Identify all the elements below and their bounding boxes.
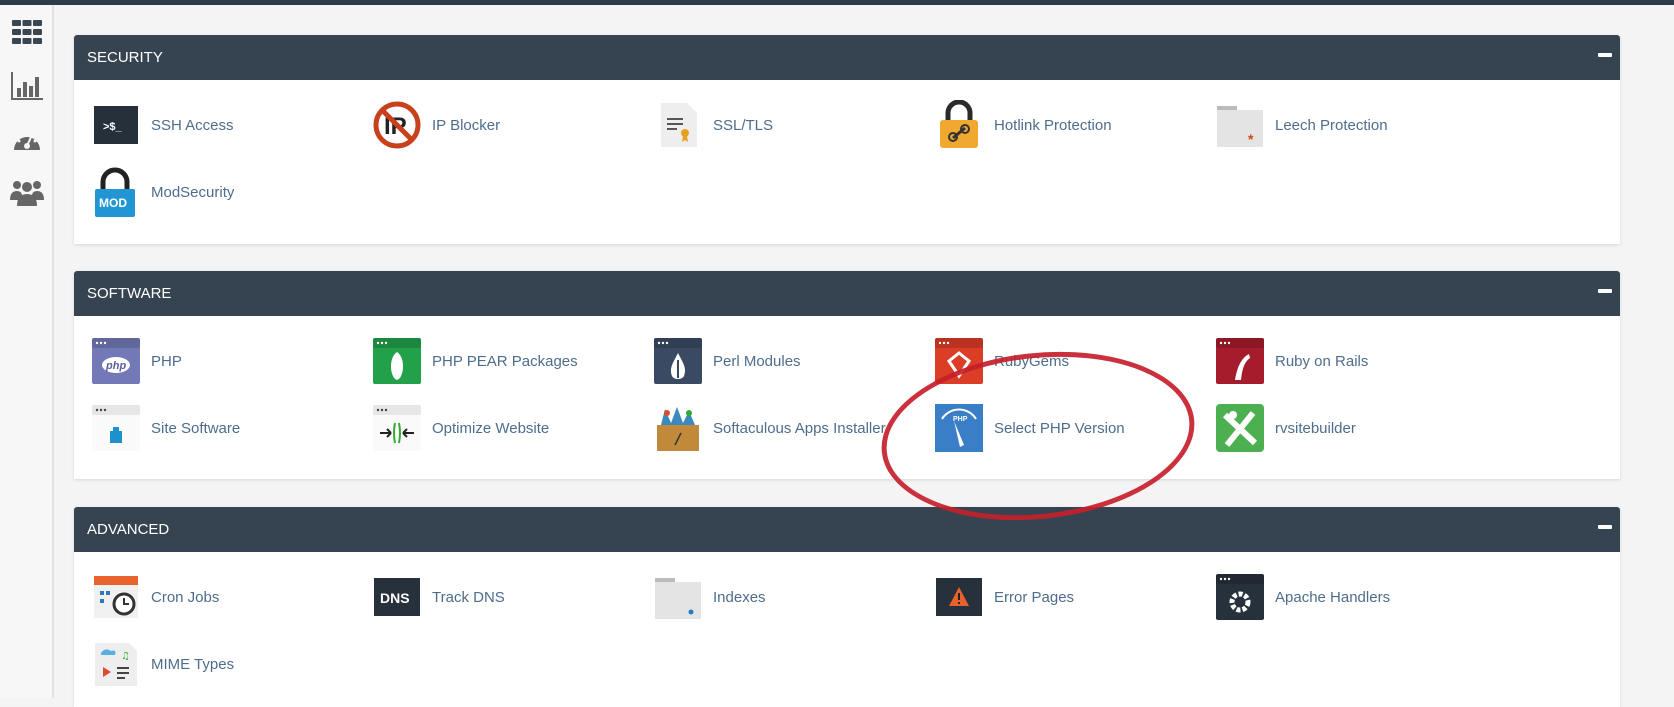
- tool-label: PHP: [151, 352, 182, 370]
- tool-label: Site Software: [151, 419, 241, 437]
- collapse-minus-icon[interactable]: [1598, 53, 1612, 57]
- tool-link-php-pear-packages[interactable]: PHP PEAR Packages: [372, 336, 653, 386]
- section-software: SOFTWARE php PHP PHP PEAR Packages Perl Modu…: [74, 271, 1620, 479]
- bar-chart-icon[interactable]: [10, 69, 44, 103]
- tool-label: Hotlink Protection: [994, 116, 1112, 134]
- tool-link-indexes[interactable]: Indexes: [653, 572, 934, 622]
- tool-label: Optimize Website: [432, 419, 550, 437]
- tool-link-php[interactable]: php PHP: [91, 336, 372, 386]
- tool-link-rubygems[interactable]: RubyGems: [934, 336, 1215, 386]
- mime-types-icon: ♫: [91, 639, 141, 689]
- leech-folder-icon: *: [1215, 100, 1265, 150]
- tool-label: rvsitebuilder: [1275, 419, 1356, 437]
- svg-text:php: php: [105, 360, 126, 372]
- ssh-terminal-icon: >$_: [91, 100, 141, 150]
- tool-link-ssh-access[interactable]: >$_ SSH Access: [91, 100, 372, 150]
- hotlink-lock-icon: [934, 100, 984, 150]
- tool-link-cron-jobs[interactable]: Cron Jobs: [91, 572, 372, 622]
- site-software-icon: [91, 403, 141, 453]
- section-header[interactable]: SOFTWARE: [74, 271, 1620, 316]
- select-php-version-icon: PHP: [934, 403, 984, 453]
- tool-link-perl-modules[interactable]: Perl Modules: [653, 336, 934, 386]
- ip-blocker-icon: IP: [372, 100, 422, 150]
- indexes-folder-icon: [653, 572, 703, 622]
- dashboard-gauge-icon[interactable]: [10, 123, 44, 157]
- svg-text:>$_: >$_: [103, 121, 123, 133]
- tool-label: Select PHP Version: [994, 419, 1125, 437]
- section-security: SECURITY >$_ SSH Access IP IP Blocker SSL/TLS…: [74, 35, 1620, 244]
- tool-link-ip-blocker[interactable]: IP IP Blocker: [372, 100, 653, 150]
- tool-label: Ruby on Rails: [1275, 352, 1369, 370]
- tool-link-error-pages[interactable]: Error Pages: [934, 572, 1215, 622]
- tool-link-ruby-on-rails[interactable]: Ruby on Rails: [1215, 336, 1496, 386]
- collapse-minus-icon[interactable]: [1598, 289, 1612, 293]
- section-header[interactable]: SECURITY: [74, 35, 1620, 80]
- ssl-certificate-icon: [653, 100, 703, 150]
- tool-label: SSL/TLS: [713, 116, 774, 134]
- section-title: SOFTWARE: [87, 285, 172, 302]
- section-advanced: ADVANCED Cron Jobs DNS Track DNS Indexes Erro…: [74, 507, 1620, 707]
- tool-link-apache-handlers[interactable]: Apache Handlers: [1215, 572, 1496, 622]
- ruby-on-rails-icon: [1215, 336, 1265, 386]
- section-body: php PHP PHP PEAR Packages Perl Modules RubyG…: [74, 316, 1620, 479]
- pear-icon: [372, 336, 422, 386]
- section-header[interactable]: ADVANCED: [74, 507, 1620, 552]
- section-title: ADVANCED: [87, 521, 170, 538]
- grid-icon[interactable]: [10, 15, 44, 49]
- tool-link-rvsitebuilder[interactable]: rvsitebuilder: [1215, 403, 1496, 453]
- apache-gear-icon: [1215, 572, 1265, 622]
- tool-label: RubyGems: [994, 352, 1070, 370]
- tool-label: Perl Modules: [713, 352, 801, 370]
- rubygems-icon: [934, 336, 984, 386]
- svg-text:♫: ♫: [121, 651, 130, 662]
- softaculous-icon: [653, 403, 703, 453]
- php-icon: php: [91, 336, 141, 386]
- tool-link-modsecurity[interactable]: MOD ModSecurity: [91, 167, 372, 217]
- tool-label: IP Blocker: [432, 116, 501, 134]
- tool-label: Indexes: [713, 588, 766, 606]
- tool-label: MIME Types: [151, 655, 235, 673]
- tool-link-site-software[interactable]: Site Software: [91, 403, 372, 453]
- tool-link-mime-types[interactable]: ♫ MIME Types: [91, 639, 372, 689]
- cron-clock-icon: [91, 572, 141, 622]
- tool-label: ModSecurity: [151, 183, 235, 201]
- tool-label: Error Pages: [994, 588, 1075, 606]
- collapse-minus-icon[interactable]: [1598, 525, 1612, 529]
- tool-label: SSH Access: [151, 116, 234, 134]
- tool-link-softaculous-apps-installer[interactable]: Softaculous Apps Installer: [653, 403, 934, 453]
- tool-link-leech-protection[interactable]: * Leech Protection: [1215, 100, 1496, 150]
- tool-label: Softaculous Apps Installer: [713, 419, 886, 437]
- tool-label: Cron Jobs: [151, 588, 220, 606]
- sidebar: [0, 5, 54, 698]
- error-warning-icon: [934, 572, 984, 622]
- tool-label: Apache Handlers: [1275, 588, 1391, 606]
- section-body: Cron Jobs DNS Track DNS Indexes Error Pages A…: [74, 552, 1620, 707]
- tool-link-hotlink-protection[interactable]: Hotlink Protection: [934, 100, 1215, 150]
- svg-text:MOD: MOD: [99, 196, 127, 210]
- top-bar: [0, 0, 1674, 5]
- tool-label: Track DNS: [432, 588, 505, 606]
- section-title: SECURITY: [87, 49, 163, 66]
- svg-text:DNS: DNS: [380, 590, 410, 606]
- section-body: >$_ SSH Access IP IP Blocker SSL/TLS Hotlink …: [74, 80, 1620, 244]
- optimize-website-icon: [372, 403, 422, 453]
- modsecurity-lock-icon: MOD: [91, 167, 141, 217]
- tool-link-ssl-tls[interactable]: SSL/TLS: [653, 100, 934, 150]
- tool-link-select-php-version[interactable]: PHP Select PHP Version: [934, 403, 1215, 453]
- users-icon[interactable]: [10, 175, 44, 209]
- dns-icon: DNS: [372, 572, 422, 622]
- svg-text:*: *: [1248, 131, 1254, 147]
- tool-link-track-dns[interactable]: DNS Track DNS: [372, 572, 653, 622]
- perl-onion-icon: [653, 336, 703, 386]
- tool-label: PHP PEAR Packages: [432, 352, 578, 370]
- rvsitebuilder-icon: [1215, 403, 1265, 453]
- tool-link-optimize-website[interactable]: Optimize Website: [372, 403, 653, 453]
- svg-text:PHP: PHP: [953, 416, 968, 423]
- tool-label: Leech Protection: [1275, 116, 1388, 134]
